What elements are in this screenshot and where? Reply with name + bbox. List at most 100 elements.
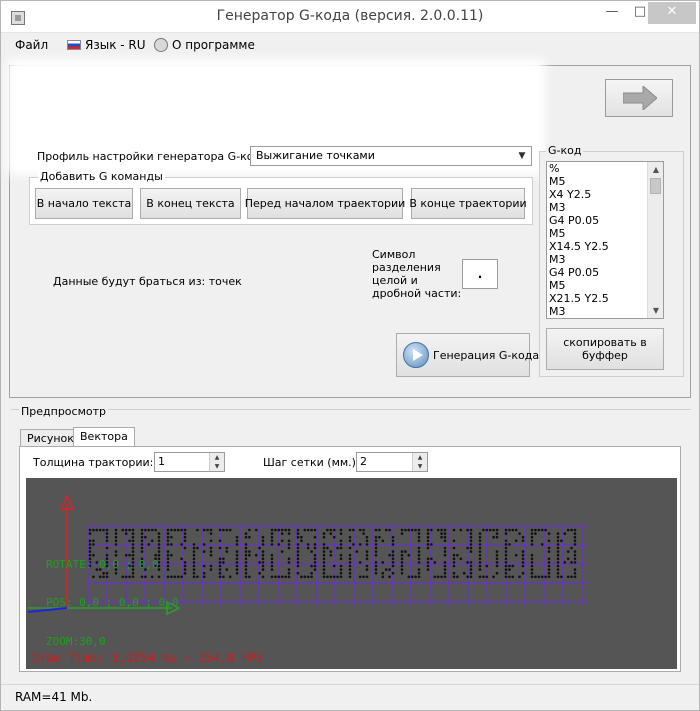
trajectory-dot bbox=[452, 528, 456, 532]
trajectory-dot bbox=[322, 568, 326, 571]
stepper-up-icon[interactable]: ▲ bbox=[413, 453, 427, 462]
gcode-line[interactable]: G4 P0.05 bbox=[547, 266, 663, 279]
gcode-line[interactable]: G4 P0.05 bbox=[547, 214, 663, 227]
trajectory-dot bbox=[358, 561, 362, 564]
trajectory-thickness-label: Толщина трактории: bbox=[33, 456, 154, 469]
insert-after-trajectory-button[interactable]: В конце траектории bbox=[409, 188, 527, 219]
trajectory-dot bbox=[296, 532, 300, 535]
trajectory-dot bbox=[222, 575, 225, 579]
trajectory-dot bbox=[426, 532, 430, 535]
trajectory-dot bbox=[322, 535, 326, 539]
trajectory-dot bbox=[443, 550, 447, 553]
trajectory-dot bbox=[88, 550, 92, 553]
title-bar[interactable]: Генератор G-кода (версия. 2.0.0.11) — □ … bbox=[1, 1, 699, 33]
gcode-line[interactable]: M3 bbox=[547, 201, 663, 214]
trajectory-dot bbox=[144, 535, 147, 539]
trajectory-dot bbox=[374, 550, 378, 553]
gcode-line[interactable]: M3 bbox=[547, 253, 663, 266]
gcode-listbox[interactable]: % M5 X4 Y2.5 M3 G4 P0.05 M5 X14.5 Y2.5 M… bbox=[546, 161, 664, 319]
trajectory-dot bbox=[417, 553, 421, 557]
trajectory-dot bbox=[92, 539, 95, 543]
trajectory-dot bbox=[296, 550, 300, 553]
trajectory-dot bbox=[365, 557, 369, 561]
trajectory-dot bbox=[326, 575, 329, 579]
trajectory-dot bbox=[414, 528, 417, 532]
stepper-up-icon[interactable]: ▲ bbox=[210, 453, 224, 462]
trajectory-dot bbox=[348, 546, 352, 550]
insert-text-start-button[interactable]: В начало текста bbox=[35, 188, 133, 219]
menu-file[interactable]: Файл bbox=[15, 37, 48, 53]
trajectory-dot bbox=[440, 528, 443, 532]
gcode-line[interactable]: M5 bbox=[547, 227, 663, 240]
trajectory-dot bbox=[105, 539, 109, 543]
trajectory-dot bbox=[218, 564, 222, 568]
trajectory-dot bbox=[400, 528, 404, 532]
trajectory-dot bbox=[482, 528, 485, 532]
trajectory-dot bbox=[443, 528, 447, 532]
gcode-line[interactable]: X14.5 Y2.5 bbox=[547, 240, 663, 253]
trajectory-dot bbox=[391, 557, 395, 561]
generate-gcode-button[interactable]: Генерация G-кода bbox=[396, 333, 539, 377]
gcode-line[interactable]: % bbox=[547, 162, 663, 175]
grid-step-stepper[interactable]: 2 ▲ ▼ bbox=[356, 452, 428, 472]
scroll-thumb[interactable] bbox=[650, 178, 661, 194]
trajectory-dot bbox=[218, 568, 222, 571]
chevron-down-icon[interactable]: ▼ bbox=[515, 148, 529, 164]
preview-canvas[interactable]: ROTATE: 0,0 ; 0,0 POS: 0,0 ; 0,0 ; 0,0 Z… bbox=[26, 478, 677, 669]
trajectory-thickness-stepper[interactable]: 1 ▲ ▼ bbox=[154, 452, 225, 472]
trajectory-dot bbox=[388, 553, 391, 557]
gcode-line[interactable]: M5 bbox=[547, 175, 663, 188]
gcode-scrollbar[interactable]: ▲ ▼ bbox=[647, 162, 663, 318]
minimize-button[interactable]: — bbox=[599, 2, 625, 24]
trajectory-dot bbox=[225, 546, 229, 550]
trajectory-dot bbox=[339, 575, 343, 579]
tab-vectors[interactable]: Вектора bbox=[73, 427, 135, 448]
gcode-line[interactable]: M5 bbox=[547, 279, 663, 292]
trajectory-dot bbox=[556, 539, 560, 543]
trajectory-dot bbox=[131, 546, 135, 550]
scroll-up-icon[interactable]: ▲ bbox=[648, 162, 663, 177]
menu-language[interactable]: Язык - RU bbox=[67, 37, 146, 53]
trajectory-dot bbox=[547, 557, 551, 561]
trajectory-dot bbox=[400, 564, 404, 568]
trajectory-dot bbox=[556, 546, 560, 550]
profile-select[interactable]: Выжигание точками ▼ bbox=[250, 146, 532, 166]
trajectory-dot bbox=[573, 535, 577, 539]
trajectory-dot bbox=[166, 532, 170, 535]
tab-picture[interactable]: Рисунок bbox=[20, 429, 81, 447]
forward-button[interactable] bbox=[605, 79, 673, 117]
trajectory-dot bbox=[277, 575, 281, 579]
decimal-separator-input[interactable]: . bbox=[462, 259, 498, 289]
gcode-line[interactable]: X4 Y2.5 bbox=[547, 188, 663, 201]
trajectory-dot bbox=[469, 564, 473, 568]
insert-before-trajectory-button[interactable]: Перед началом траектории bbox=[245, 188, 405, 219]
trajectory-dot bbox=[374, 564, 378, 568]
trajectory-dot bbox=[521, 557, 525, 561]
trajectory-dot bbox=[98, 528, 102, 532]
trajectory-dot bbox=[504, 568, 508, 571]
trajectory-dot bbox=[358, 543, 362, 546]
insert-text-end-button[interactable]: В конец текста bbox=[140, 188, 241, 219]
trajectory-dot bbox=[147, 543, 151, 546]
copy-to-clipboard-button[interactable]: скопировать в буффер bbox=[546, 328, 664, 370]
trajectory-dot bbox=[534, 575, 537, 579]
menu-about[interactable]: О программе bbox=[154, 37, 255, 53]
close-button[interactable]: ✕ bbox=[648, 2, 696, 24]
trajectory-dot bbox=[170, 535, 173, 539]
trajectory-dot bbox=[248, 550, 251, 553]
trajectory-dot bbox=[124, 532, 128, 535]
dot-trajectory bbox=[88, 528, 577, 579]
trajectory-dot bbox=[410, 575, 414, 579]
trajectory-dot bbox=[192, 553, 196, 557]
trajectory-dot bbox=[140, 539, 144, 543]
stepper-down-icon[interactable]: ▼ bbox=[210, 462, 224, 471]
trajectory-dot bbox=[440, 532, 443, 535]
gcode-line[interactable]: M3 bbox=[547, 305, 663, 318]
scroll-down-icon[interactable]: ▼ bbox=[648, 303, 663, 318]
trajectory-dot bbox=[322, 550, 326, 553]
stepper-down-icon[interactable]: ▼ bbox=[413, 462, 427, 471]
trajectory-dot bbox=[313, 553, 317, 557]
trajectory-dot bbox=[280, 539, 284, 543]
trajectory-dot bbox=[540, 575, 544, 579]
gcode-line[interactable]: X21.5 Y2.5 bbox=[547, 292, 663, 305]
